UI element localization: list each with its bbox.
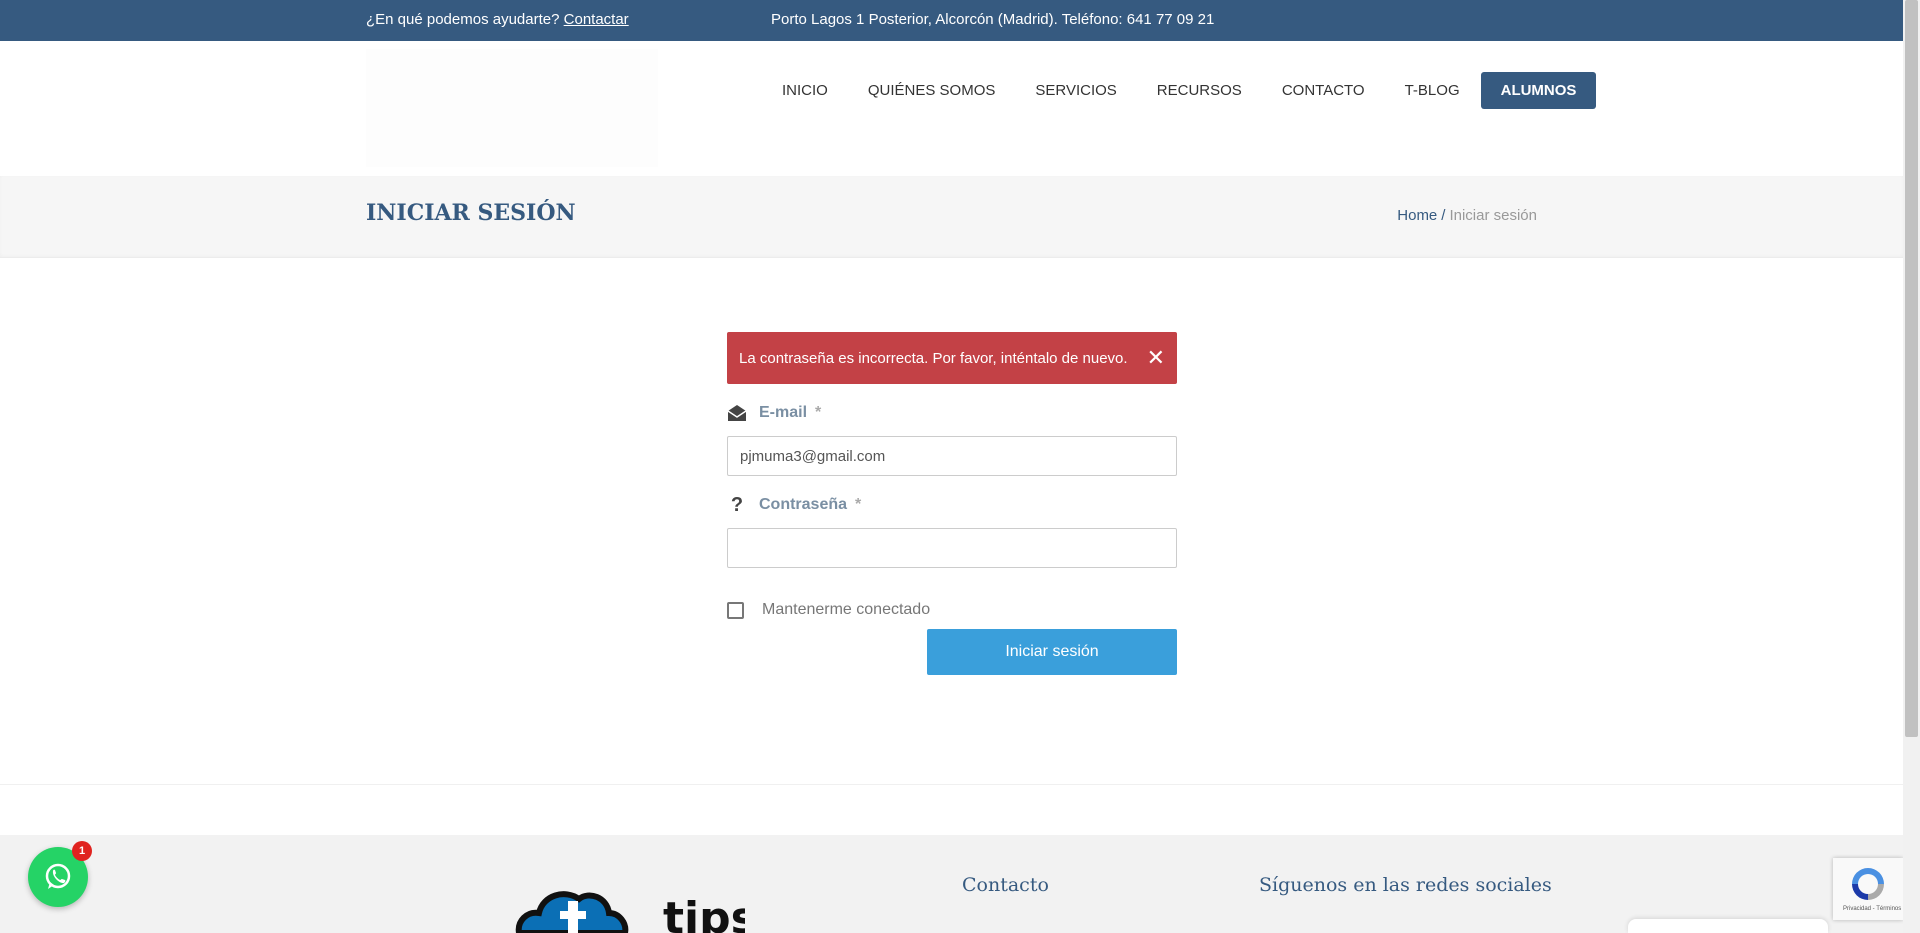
nav-item-inicio[interactable]: INICIO	[762, 72, 848, 109]
footer-logo[interactable]: tips	[515, 881, 757, 933]
remember-label[interactable]: Mantenerme conectado	[762, 601, 930, 619]
page-title-bar: INICIAR SESIÓN Home / Iniciar sesión	[0, 176, 1903, 258]
submit-row: Iniciar sesión	[727, 629, 1177, 675]
site-header: INICIO QUIÉNES SOMOS SERVICIOS RECURSOS …	[0, 41, 1903, 176]
breadcrumb-separator: /	[1441, 207, 1446, 224]
cookie-settings-tab[interactable]	[1628, 919, 1828, 933]
question-icon: ?	[730, 493, 744, 516]
recaptcha-badge[interactable]: Privacidad - Términos	[1833, 858, 1903, 920]
error-alert: La contraseña es incorrecta. Por favor, …	[727, 332, 1177, 384]
site-logo[interactable]	[366, 49, 658, 167]
nav-item-servicios[interactable]: SERVICIOS	[1015, 72, 1136, 109]
whatsapp-icon	[45, 863, 71, 889]
scrollbar-thumb[interactable]	[1905, 0, 1918, 737]
error-message: La contraseña es incorrecta. Por favor, …	[739, 349, 1128, 367]
help-label: ¿En qué podemos ayudarte?	[366, 11, 560, 28]
main-nav: INICIO QUIÉNES SOMOS SERVICIOS RECURSOS …	[762, 72, 1597, 109]
envelope-icon	[727, 403, 747, 423]
remember-row: Mantenerme conectado	[727, 601, 1177, 619]
recaptcha-icon	[1852, 868, 1884, 900]
email-required-mark: *	[815, 404, 822, 421]
page-title: INICIAR SESIÓN	[366, 200, 576, 226]
email-label-row: E-mail *	[727, 402, 1177, 424]
recaptcha-terms[interactable]: Privacidad - Términos	[1843, 906, 1901, 912]
nav-item-contacto[interactable]: CONTACTO	[1262, 72, 1385, 109]
breadcrumb-home[interactable]: Home	[1397, 207, 1437, 224]
nav-item-alumnos[interactable]: ALUMNOS	[1480, 72, 1597, 109]
site-footer: tips Contacto Síguenos en las redes soci…	[0, 835, 1903, 933]
password-field[interactable]	[727, 528, 1177, 568]
nav-item-recursos[interactable]: RECURSOS	[1137, 72, 1262, 109]
top-bar: ¿En qué podemos ayudarte? Contactar Port…	[0, 0, 1903, 41]
address-text: Porto Lagos 1 Posterior, Alcorcón (Madri…	[771, 11, 1215, 28]
nav-item-quienes-somos[interactable]: QUIÉNES SOMOS	[848, 72, 1016, 109]
contact-link[interactable]: Contactar	[564, 11, 629, 28]
nav-item-t-blog[interactable]: T-BLOG	[1385, 72, 1480, 109]
login-form: La contraseña es incorrecta. Por favor, …	[727, 332, 1177, 675]
password-required-mark: *	[855, 496, 862, 513]
breadcrumb: Home / Iniciar sesión	[1397, 207, 1537, 224]
login-button[interactable]: Iniciar sesión	[927, 629, 1177, 675]
email-field[interactable]	[727, 436, 1177, 476]
close-icon[interactable]: ✕	[1147, 347, 1165, 369]
remember-checkbox[interactable]	[727, 601, 744, 619]
footer-social-title: Síguenos en las redes sociales	[1259, 874, 1552, 896]
footer-contact-title: Contacto	[962, 874, 1049, 896]
page-scrollbar[interactable]	[1903, 0, 1920, 933]
notification-badge: 1	[72, 841, 92, 861]
help-text: ¿En qué podemos ayudarte? Contactar	[366, 11, 629, 28]
content-divider	[0, 784, 1903, 785]
footer-logo-text: tips	[663, 893, 745, 933]
password-label: Contraseña	[759, 496, 848, 513]
email-label: E-mail	[759, 404, 808, 421]
whatsapp-button[interactable]: 1	[28, 841, 92, 907]
breadcrumb-current: Iniciar sesión	[1449, 207, 1537, 224]
password-label-row: ? Contraseña *	[727, 494, 1177, 516]
